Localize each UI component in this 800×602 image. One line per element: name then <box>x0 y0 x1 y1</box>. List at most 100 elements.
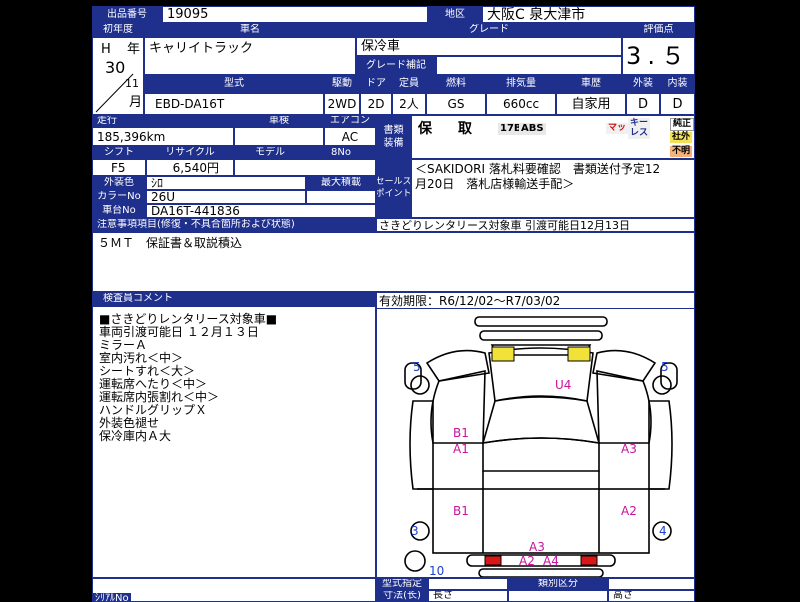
area: 大阪C 泉大津市 <box>482 6 695 23</box>
recycle-label: リサイクル <box>146 146 234 159</box>
documents-label: 書類 装備 <box>376 115 411 159</box>
car-name-box: キャリイトラック <box>144 37 356 75</box>
color-no-label: カラーNo <box>92 190 146 204</box>
auction-sheet: 出品番号 19095 地区 大阪C 泉大津市 初年度 車名 グレード 評価点 H… <box>92 6 695 602</box>
chassis-number: DA16T-441836 <box>146 204 376 218</box>
equipment-abs: ABS <box>519 123 546 135</box>
type-spec-value <box>428 578 508 590</box>
drive: 2WD <box>324 93 360 115</box>
displacement: 660cc <box>486 93 556 115</box>
diagram-label: A3 <box>529 540 545 554</box>
grade: 保冷車 <box>356 37 622 56</box>
documents-label-line1: 書類 <box>383 124 404 136</box>
displacement-label: 排気量 <box>486 75 556 93</box>
exterior-grade: D <box>626 93 660 115</box>
diagram-label: B1 <box>453 426 469 440</box>
rating: 3.５ <box>622 37 695 75</box>
history: 自家用 <box>556 93 626 115</box>
fuel-label: 燃料 <box>426 75 486 93</box>
year-unit: 年 <box>127 42 141 57</box>
diagram-label: B1 <box>453 504 469 518</box>
diagram-label: A1 <box>453 442 469 456</box>
diagram-label: 4 <box>659 524 667 538</box>
height-label: 高さ <box>608 590 695 602</box>
interior-label: 内装 <box>660 75 695 93</box>
document-status-2: 取 <box>458 121 472 137</box>
dims-mid <box>508 590 608 602</box>
area-label: 地区 <box>428 6 482 23</box>
max-load-label: 最大積載 <box>306 176 376 190</box>
bottom-left-blank: ｼﾘｱﾙNo <box>92 578 376 602</box>
badge-genuine: 純正 <box>670 118 694 131</box>
headlight-left-mark <box>491 346 515 362</box>
headlight-right-mark <box>567 346 591 362</box>
diagram-label: A3 <box>621 442 637 456</box>
aircon-label: エアコン <box>324 115 376 127</box>
class-label: 類別区分 <box>508 578 608 590</box>
diagram-label: 5 <box>413 360 421 374</box>
sales-point-label-line1: セールス <box>376 177 411 187</box>
length-label: 長さ <box>428 590 508 602</box>
type-spec-label: 型式指定 <box>376 578 428 590</box>
grade-note-label: グレード補記 <box>356 56 436 75</box>
capacity: 2人 <box>392 93 426 115</box>
shift-row-blank <box>234 159 376 176</box>
car-name-label: 車名 <box>144 23 356 37</box>
sales-point-label: セールス ポイント <box>376 159 411 218</box>
interior-grade: D <box>660 93 695 115</box>
grade-label: グレード <box>356 23 622 37</box>
diagram-label: A2 <box>621 504 637 518</box>
diagram-label: U4 <box>555 378 572 392</box>
badge-less: レス <box>628 128 651 139</box>
diagram-label: 5 <box>661 360 669 374</box>
shift: F5 <box>92 159 146 176</box>
diagram-box: 有効期限：R6/12/02～R7/03/02 5 5 U4 B1 A1 A3 B… <box>376 292 695 578</box>
aircon: AC <box>324 127 376 146</box>
first-year-label: 初年度 <box>92 23 144 37</box>
model-code: EBD-DA16T <box>144 93 324 115</box>
inspector-label: 検査員コメント <box>92 292 376 306</box>
diagram-label: A4 <box>543 554 559 568</box>
class-value <box>608 578 695 590</box>
sales-point-label-line2: ポイント <box>376 189 411 199</box>
car-name: キャリイトラック <box>149 41 254 56</box>
sales-point-line2: 月20日 落札店様輸送手配＞ <box>415 177 575 191</box>
chassis-label: 車台No <box>92 204 146 218</box>
drive-label: 駆動 <box>324 75 360 93</box>
sales-point-box: ＜SAKIDORI 落札料要確認 書類送付予定12 月20日 落札店様輸送手配＞ <box>411 159 695 218</box>
diagram-label: 3 <box>411 524 419 538</box>
grade-note <box>436 56 622 75</box>
era: H <box>101 42 111 57</box>
history-label: 車歴 <box>556 75 626 93</box>
color: ｼﾛ <box>146 176 306 190</box>
mileage-label: 走行 <box>92 115 234 127</box>
notes-body: ５ＭＴ 保証書＆取説積込 <box>98 236 243 250</box>
document-status-1: 保 <box>418 121 432 137</box>
model-year-label: モデル <box>234 146 306 159</box>
sales-point-line1: ＜SAKIDORI 落札料要確認 書類送付予定12 <box>415 162 661 176</box>
diagram-label: A2 <box>519 554 535 568</box>
max-load <box>306 190 376 204</box>
badge-unknown: 不明 <box>670 146 693 157</box>
lot-number: 19095 <box>162 6 428 23</box>
model-year: 8No <box>306 146 376 159</box>
inspector-comments: ■さきどりレンタリース対象車■ 車両引渡可能日 １２月１３日 ミラーＡ 室内汚れ… <box>92 306 376 578</box>
inspection <box>234 127 324 146</box>
notes-label: 注意事項項目(修復・不具合箇所および状態) <box>92 218 376 232</box>
inspection-label: 車検 <box>234 115 324 127</box>
notes-value: さきどりレンタリース対象車 引渡可能日12月13日 <box>376 218 695 232</box>
doors: 2D <box>360 93 392 115</box>
model-code-label: 型式 <box>144 75 324 93</box>
year: 30 <box>105 58 126 77</box>
exterior-label: 外装 <box>626 75 660 93</box>
first-year-box: H 年 30 11 月 <box>92 37 144 115</box>
recycle: 6,540円 <box>146 159 234 176</box>
color-label: 外装色 <box>92 176 146 190</box>
month: 11 <box>125 77 139 90</box>
badge-aftermarket: 社外 <box>670 132 693 143</box>
dims-label: 寸法(长) <box>376 590 428 602</box>
shift-label: シフト <box>92 146 146 159</box>
rating-label: 評価点 <box>622 23 695 37</box>
fuel: GS <box>426 93 486 115</box>
documents-label-line2: 装備 <box>383 137 404 149</box>
